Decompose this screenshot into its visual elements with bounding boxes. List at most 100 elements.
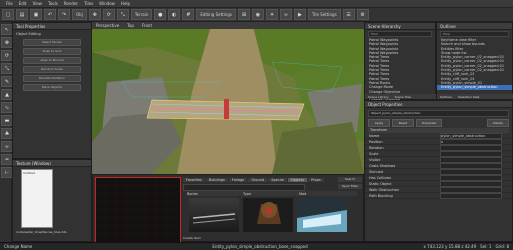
outliner-list: Keyframe view filter Search and show bou…	[437, 38, 512, 90]
tab-scene-tree[interactable]: Scene Tree	[392, 95, 414, 99]
outliner-tabs: Outliner Selection Sets	[437, 94, 513, 99]
menu-tiles[interactable]: Tiles	[84, 1, 93, 6]
library-columns: Bones Type Mod	[187, 191, 357, 196]
save-icon[interactable]: ▣	[30, 9, 42, 20]
tree-preview	[257, 202, 281, 224]
fence-preview	[192, 213, 236, 224]
menu-edit[interactable]: Edit	[19, 1, 27, 6]
library-panel: Favorites Buildings Foliage Ground Speci…	[92, 174, 364, 243]
scene-list: Patrol Waypoints Patrol Waypoints Patrol…	[365, 38, 435, 102]
menu-help[interactable]: Help	[121, 1, 130, 6]
library-tabs: Favorites Buildings Foliage Ground Speci…	[183, 177, 324, 183]
grid-icon[interactable]: #	[182, 9, 195, 20]
minimap[interactable]	[95, 177, 181, 243]
snap-to-grid-field[interactable]: Snap to Grid	[23, 48, 81, 55]
tab-buildings[interactable]: Buildings	[205, 178, 228, 182]
status-left: Change Name	[4, 244, 33, 249]
delete-button[interactable]: Delete	[487, 118, 509, 127]
outliner-item-selected[interactable]: Entity_pylon_simple_obstruction	[437, 85, 512, 90]
menu-tools[interactable]: Tools	[48, 1, 58, 6]
outliner-filter-input[interactable]: Filter	[440, 31, 509, 37]
property-label: Has Collision	[369, 175, 392, 180]
property-label: Position	[369, 139, 383, 144]
open-filter-button[interactable]: Open Filter	[338, 184, 362, 189]
tab-top[interactable]: Top	[123, 23, 138, 28]
menu-window[interactable]: Window	[99, 1, 115, 6]
texture-filename: Untitled	[23, 171, 35, 175]
tab-outliner[interactable]: Outliner	[437, 95, 455, 99]
apply-button[interactable]: Apply	[368, 118, 390, 127]
search-button[interactable]: Search	[338, 177, 362, 182]
rotate-icon[interactable]: ⟳	[102, 9, 115, 20]
redo-icon[interactable]: ↷	[58, 9, 70, 20]
column-type: Type	[243, 191, 252, 196]
tool-properties-title: Tool Properties	[13, 23, 91, 30]
tab-front[interactable]: Front	[138, 23, 156, 28]
undo-icon[interactable]: ↶	[44, 9, 56, 20]
viewport-tabs: Perspective Top Front	[92, 22, 364, 29]
tab-foliage[interactable]: Foliage	[228, 178, 248, 182]
property-label: Scale	[369, 151, 379, 156]
texture-thumbnail[interactable]: Untitled	[21, 169, 53, 228]
texture-caption: rocks/water_blue/fences_blue.dds	[16, 230, 67, 234]
status-bar: Change Name Entity_pylon_simple_obstruct…	[0, 242, 513, 250]
menu-view[interactable]: View	[32, 1, 42, 6]
terrain-render	[92, 22, 364, 174]
thumbnail-tree[interactable]	[243, 198, 293, 232]
thumbnail-fence[interactable]	[189, 198, 239, 232]
scene-hierarchy-panel: Scene Hierarchy Filter Patrol Waypoints …	[364, 22, 437, 102]
scene-filter-input[interactable]: Filter	[368, 31, 432, 37]
tab-perspective[interactable]: Perspective	[92, 23, 123, 28]
tile-settings-button[interactable]: Tile Settings	[307, 9, 341, 20]
scale-icon[interactable]: ⤡	[116, 9, 129, 20]
tab-ground[interactable]: Ground	[248, 178, 268, 182]
object-editing-section: Object Editing	[16, 32, 41, 36]
object-name-field[interactable]: Object_pylon_simple_obstruction	[368, 110, 509, 117]
place-objects-field[interactable]: Place Objects	[23, 84, 81, 91]
tab-favorites[interactable]: Favorites	[183, 178, 205, 182]
3d-viewport[interactable]	[92, 22, 364, 174]
vertical-toolstrip: ↖ ✥ ⟳ ⤡ ✎ ▲ ∿ ▬ ♣ ≈ ═ ⊢	[0, 22, 13, 242]
tab-special[interactable]: Special	[268, 178, 287, 182]
property-value[interactable]	[440, 192, 502, 199]
play-icon[interactable]: ▶	[293, 9, 306, 20]
scene-tabs: Scene Library Scene Tree	[365, 94, 437, 99]
tab-scene-library[interactable]: Scene Library	[365, 95, 392, 99]
open-icon[interactable]: ▤	[16, 9, 28, 20]
new-icon[interactable]: ▢	[2, 9, 14, 20]
random-scale-field[interactable]: Random Scale	[23, 66, 81, 73]
light-icon[interactable]: ☀	[265, 9, 278, 20]
snap-icon[interactable]: ⊞	[237, 9, 250, 20]
library-filter-input[interactable]	[183, 184, 305, 191]
paint-icon[interactable]: ◐	[168, 9, 181, 20]
camera-icon[interactable]: ◉	[251, 9, 264, 20]
settings-icon[interactable]: ⚙	[356, 9, 369, 20]
water-icon[interactable]: ≈	[279, 9, 292, 20]
reset-button[interactable]: Reset	[392, 118, 414, 127]
align-normal-field[interactable]: Align to Normal	[23, 57, 81, 64]
select-terrain-field[interactable]: Select Terrain	[23, 39, 81, 46]
property-rows: Name pylon_simple_obstruction Position x R…	[365, 132, 512, 199]
property-label: Rotation	[369, 145, 384, 150]
tab-selection-sets[interactable]: Selection Sets	[455, 95, 482, 99]
brush-icon[interactable]: ●	[154, 9, 167, 20]
obj-mode-button[interactable]: Obj	[72, 9, 87, 20]
editing-settings-button[interactable]: Editing Settings	[196, 9, 236, 20]
property-label: Casts Shadows	[369, 163, 396, 168]
thumbnail-water[interactable]	[297, 198, 347, 232]
properties-toolbar: Apply Reset Duplicate Delete	[368, 118, 509, 127]
layers-icon[interactable]: ☰	[342, 9, 355, 20]
terrain-mode-button[interactable]: Terrain	[130, 9, 153, 20]
texture-preview-panel: Texture (Window) Untitled rocks/water_bl…	[12, 159, 92, 242]
tab-props[interactable]: Props	[308, 178, 324, 182]
move-icon[interactable]: ✥	[88, 9, 101, 20]
tab-objects[interactable]: Objects	[287, 178, 308, 182]
property-label: Name	[369, 133, 380, 138]
duplicate-button[interactable]: Duplicate	[416, 118, 442, 127]
property-label: Walk Obstruction	[369, 187, 399, 192]
random-rotation-field[interactable]: Random Rotation	[23, 75, 81, 82]
menu-render[interactable]: Render	[64, 1, 78, 6]
tool-properties-panel: Tool Properties Object Editing Select Te…	[12, 22, 92, 159]
library-status: Create Item	[183, 236, 201, 240]
menu-file[interactable]: File	[6, 1, 13, 6]
